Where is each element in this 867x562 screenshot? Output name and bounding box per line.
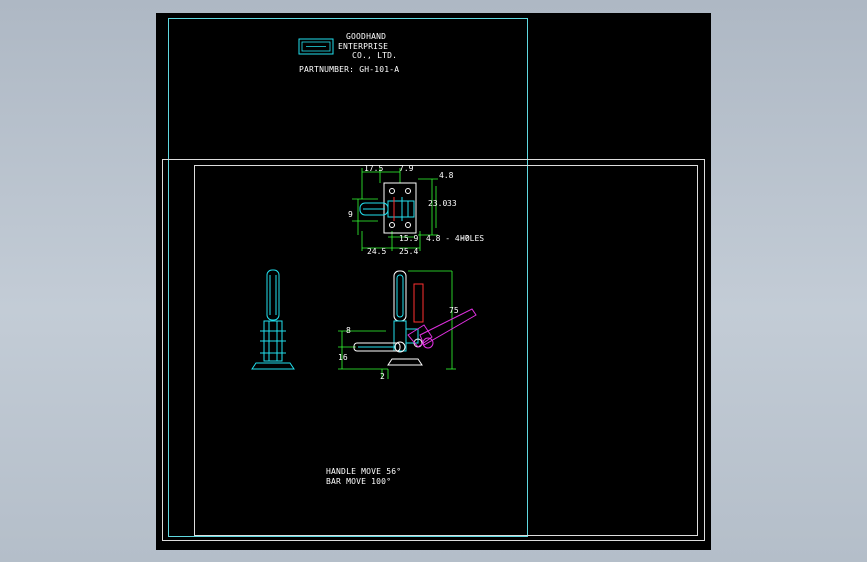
inner-frame-border: [194, 165, 698, 536]
top-view: 17.5 7.9 4.8 23.0 33 9 15.9 4.8 - 4-? HO…: [348, 164, 484, 256]
company-logo: [298, 38, 334, 55]
upper-frame-border: [168, 18, 528, 537]
outer-frame-border: [162, 159, 705, 541]
dim-side-16: 16: [338, 353, 348, 362]
top-view-part: [359, 182, 417, 234]
dim-top-24-5: 24.5: [367, 247, 386, 256]
dim-side-8: 8: [346, 326, 351, 335]
cad-drawing-canvas: GOODHAND ENTERPRISE CO., LTD. PARTNUMBER…: [162, 18, 705, 541]
dim-top-4-8: 4.8: [439, 171, 454, 180]
drawing-sheet: GOODHAND ENTERPRISE CO., LTD. PARTNUMBER…: [156, 13, 711, 550]
front-view-part: [251, 269, 295, 370]
dim-side-75: 75: [449, 306, 459, 315]
dim-side-2: 2: [380, 372, 385, 381]
note-bar-move: BAR MOVE 100°: [326, 477, 391, 486]
dim-top-17-5: 17.5: [364, 164, 383, 173]
side-view: 75 8 16 2: [338, 270, 477, 381]
dim-top-25-4: 25.4: [399, 247, 418, 256]
company-name-line2: ENTERPRISE: [338, 42, 388, 51]
side-view-part: [353, 270, 477, 366]
part-number-label: PARTNUMBER: GH-101-A: [299, 65, 399, 74]
company-name-line3: CO., LTD.: [352, 51, 397, 60]
dim-top-15-9: 15.9: [399, 234, 418, 243]
dim-top-holes-label: HOLES: [460, 234, 484, 243]
company-name-line1: GOODHAND: [346, 32, 386, 41]
dim-top-7-9: 7.9: [399, 164, 414, 173]
dim-top-33: 33: [447, 199, 457, 208]
dim-top-23-0: 23.0: [428, 199, 447, 208]
dim-top-9: 9: [348, 210, 353, 219]
note-handle-move: HANDLE MOVE 56°: [326, 467, 401, 476]
